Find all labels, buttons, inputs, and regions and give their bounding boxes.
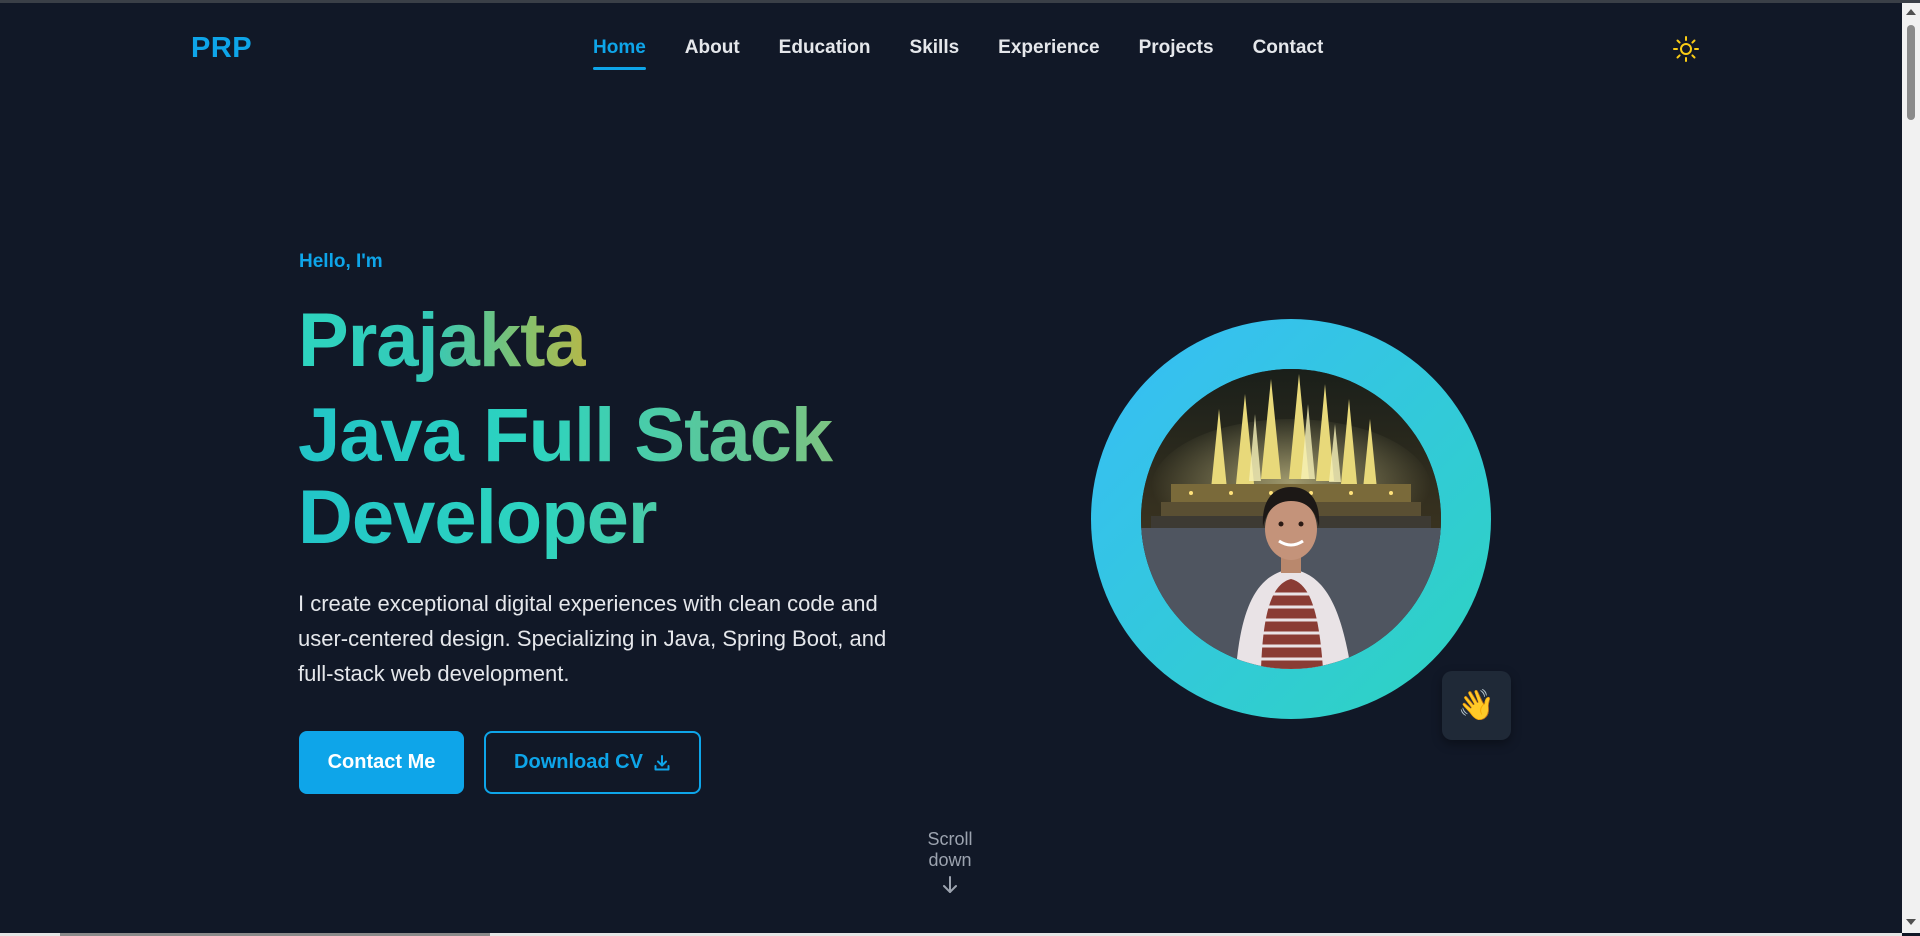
scroll-up-arrow-icon[interactable] (1906, 9, 1916, 15)
scroll-down-arrow-icon[interactable] (1906, 919, 1916, 925)
portfolio-page: PRP Home About Education Skills Experien… (0, 3, 1902, 933)
hero-name: Prajakta (298, 298, 587, 383)
waving-hand-icon: 👋 (1457, 689, 1496, 722)
site-logo[interactable]: PRP (191, 32, 252, 65)
nav-contact[interactable]: Contact (1253, 37, 1324, 67)
theme-toggle-button[interactable] (1672, 35, 1700, 63)
main-nav: Home About Education Skills Experience P… (593, 37, 1362, 70)
nav-experience[interactable]: Experience (998, 37, 1099, 67)
hero-role: Java Full Stack Developer (298, 395, 898, 559)
nav-education[interactable]: Education (779, 37, 871, 67)
sun-icon (1673, 36, 1699, 62)
download-cv-button[interactable]: Download CV (484, 731, 701, 794)
nav-home[interactable]: Home (593, 37, 646, 70)
wave-badge: 👋 (1442, 671, 1511, 740)
scroll-down-button[interactable] (940, 874, 960, 896)
profile-photo (1141, 369, 1441, 669)
nav-projects[interactable]: Projects (1139, 37, 1214, 67)
hero-greeting: Hello, I'm (299, 251, 383, 272)
arrow-down-icon (943, 876, 957, 893)
profile-photo-illustration (1141, 369, 1441, 669)
download-cv-label: Download CV (514, 751, 643, 773)
download-icon (654, 754, 670, 770)
nav-skills[interactable]: Skills (910, 37, 960, 67)
scroll-down-label: Scroll down (927, 829, 973, 870)
contact-me-button[interactable]: Contact Me (299, 731, 464, 794)
nav-about[interactable]: About (685, 37, 740, 67)
vertical-scrollbar-thumb[interactable] (1907, 25, 1915, 120)
vertical-scrollbar[interactable] (1902, 3, 1920, 933)
hero-description: I create exceptional digital experiences… (298, 591, 887, 686)
